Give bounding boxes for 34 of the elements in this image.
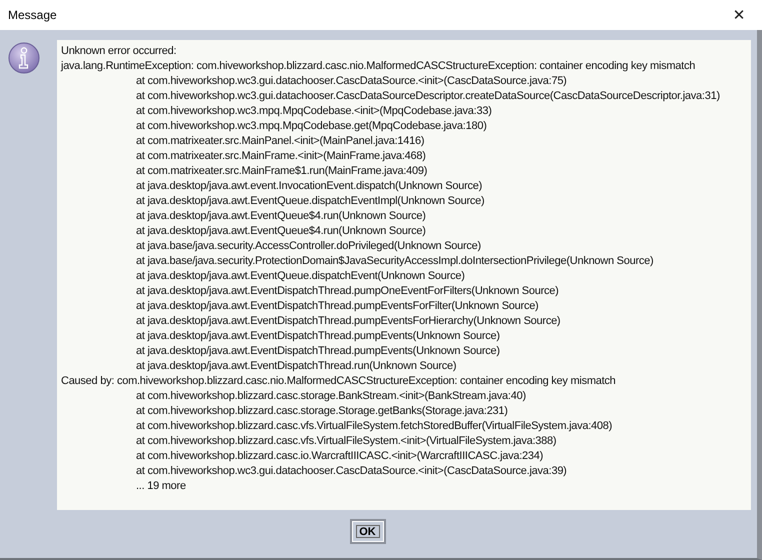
stack-frame-line: at com.matrixeater.src.MainFrame.<init>(MainFrame.java:468) — [135, 149, 427, 164]
stack-frame-line: at java.desktop/java.awt.EventQueue$4.run(Unknown Source) — [135, 209, 427, 224]
message-line: Caused by: com.hiveworkshop.blizzard.casc.nio.MalformedCASCStructureException: container encoding key mismatch — [61, 374, 617, 389]
stack-frame-line: at com.hiveworkshop.wc3.gui.datachooser.CascDataSourceDescriptor.createDataSource(CascDataSourceDescriptor.java:31) — [135, 89, 721, 104]
stack-frame-line: at java.base/java.security.ProtectionDomain$JavaSecurityAccessImpl.doIntersectionPrivilege(Unknown Source) — [135, 254, 654, 269]
ok-button[interactable]: OK — [350, 519, 386, 544]
stack-frame-line: at com.matrixeater.src.MainPanel.<init>(MainPanel.java:1416) — [135, 134, 426, 149]
stack-frame-line: at com.matrixeater.src.MainFrame$1.run(MainFrame.java:409) — [135, 164, 428, 179]
stack-frame-line: at java.desktop/java.awt.EventDispatchThread.pumpOneEventForFilters(Unknown Source) — [135, 284, 560, 299]
stack-frame-line: at java.desktop/java.awt.EventDispatchThread.pumpEventsForHierarchy(Unknown Source) — [135, 314, 562, 329]
stack-frame-line: at com.hiveworkshop.wc3.mpq.MpqCodebase.get(MpqCodebase.java:180) — [135, 119, 488, 134]
stack-frame-line: at java.desktop/java.awt.EventQueue.dispatchEventImpl(Unknown Source) — [135, 194, 486, 209]
stack-frame-line: ... 19 more — [135, 479, 187, 494]
message-line: java.lang.RuntimeException: com.hiveworkshop.blizzard.casc.nio.MalformedCASCStructureException: container encoding key mismatch — [61, 59, 696, 74]
stack-frame-line: at com.hiveworkshop.wc3.gui.datachooser.CascDataSource.<init>(CascDataSource.java:75) — [135, 74, 568, 89]
close-button[interactable]: ✕ — [716, 0, 762, 30]
window-title: Message — [8, 8, 57, 22]
stack-frame-line: at com.hiveworkshop.blizzard.casc.io.WarcraftIIICASC.<init>(WarcraftIIICASC.java:234) — [135, 449, 544, 464]
stack-frame-line: at com.hiveworkshop.blizzard.casc.storage.Storage.getBanks(Storage.java:231) — [135, 404, 509, 419]
stack-frame-line: at java.desktop/java.awt.EventQueue.dispatchEvent(Unknown Source) — [135, 269, 466, 284]
stack-frame-line: at com.hiveworkshop.blizzard.casc.storage.BankStream.<init>(BankStream.java:40) — [135, 389, 527, 404]
info-icon — [8, 42, 40, 74]
stack-frame-line: at java.desktop/java.awt.EventDispatchThread.pumpEventsForFilter(Unknown Source) — [135, 299, 540, 314]
stack-frame-line: at com.hiveworkshop.blizzard.casc.vfs.VirtualFileSystem.fetchStoredBuffer(VirtualFileSystem.java:408) — [135, 419, 614, 434]
stack-frame-line: at java.desktop/java.awt.event.InvocationEvent.dispatch(Unknown Source) — [135, 179, 484, 194]
stack-frame-line: at java.desktop/java.awt.EventDispatchThread.pumpEvents(Unknown Source) — [135, 344, 501, 359]
stack-frame-line: at com.hiveworkshop.blizzard.casc.vfs.VirtualFileSystem.<init>(VirtualFileSystem.java:388) — [135, 434, 558, 449]
message-line: Unknown error occurred: — [61, 44, 178, 59]
stack-frame-line: at com.hiveworkshop.wc3.gui.datachooser.CascDataSource.<init>(CascDataSource.java:39) — [135, 464, 568, 479]
stack-frame-line: at com.hiveworkshop.wc3.mpq.MpqCodebase.<init>(MpqCodebase.java:33) — [135, 104, 493, 119]
stack-frame-line: at java.desktop/java.awt.EventDispatchThread.run(Unknown Source) — [135, 359, 458, 374]
stack-frame-line: at java.desktop/java.awt.EventDispatchThread.pumpEvents(Unknown Source) — [135, 329, 501, 344]
stack-frame-line: at java.base/java.security.AccessController.doPrivileged(Unknown Source) — [135, 239, 482, 254]
stack-frame-line: at java.desktop/java.awt.EventQueue$4.run(Unknown Source) — [135, 224, 427, 239]
